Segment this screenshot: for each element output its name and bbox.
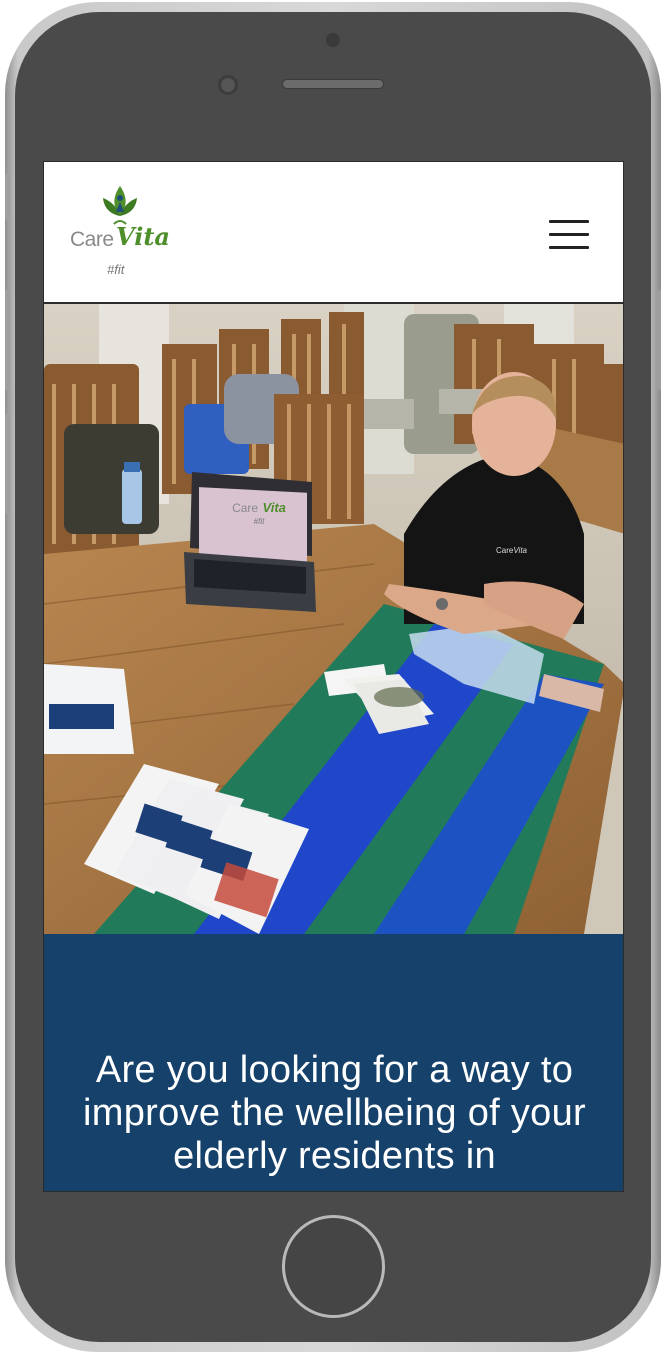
site-header: Care Vita #fit — [44, 162, 623, 304]
logo-text-care: Care — [70, 228, 114, 251]
logo-text-vita: Vita — [116, 222, 170, 251]
sensor-dot — [326, 33, 340, 47]
volume-up-button — [5, 290, 10, 390]
logo-tagline: #fit — [107, 262, 125, 277]
laptop-logo-vita: Vita — [262, 500, 286, 515]
shirt-logo: CareVita — [496, 546, 527, 555]
earpiece-speaker — [282, 79, 384, 89]
front-camera — [218, 75, 238, 95]
phone-screen: Care Vita #fit Care Vita #fit CareVita A… — [43, 161, 624, 1192]
volume-down-button — [5, 414, 10, 514]
carevita-logo[interactable]: Care Vita #fit — [70, 184, 170, 282]
hamburger-menu-icon[interactable] — [549, 220, 591, 252]
intro-banner: Are you looking for a way to improve the… — [44, 934, 623, 1191]
shirt-logo-vita: Vita — [513, 546, 527, 555]
laptop-logo-care: Care — [232, 501, 259, 515]
shirt-logo-care: Care — [496, 546, 514, 555]
power-button — [656, 290, 661, 390]
banner-headline: Are you looking for a way to improve the… — [83, 1049, 586, 1177]
hero-photo-illustration — [44, 304, 623, 934]
mute-switch — [5, 174, 10, 220]
laptop-logo-tagline: #fit — [253, 517, 265, 526]
laptop-logo: Care Vita #fit — [224, 499, 294, 539]
home-button[interactable] — [282, 1215, 385, 1318]
hero-photo: Care Vita #fit CareVita — [44, 304, 623, 934]
